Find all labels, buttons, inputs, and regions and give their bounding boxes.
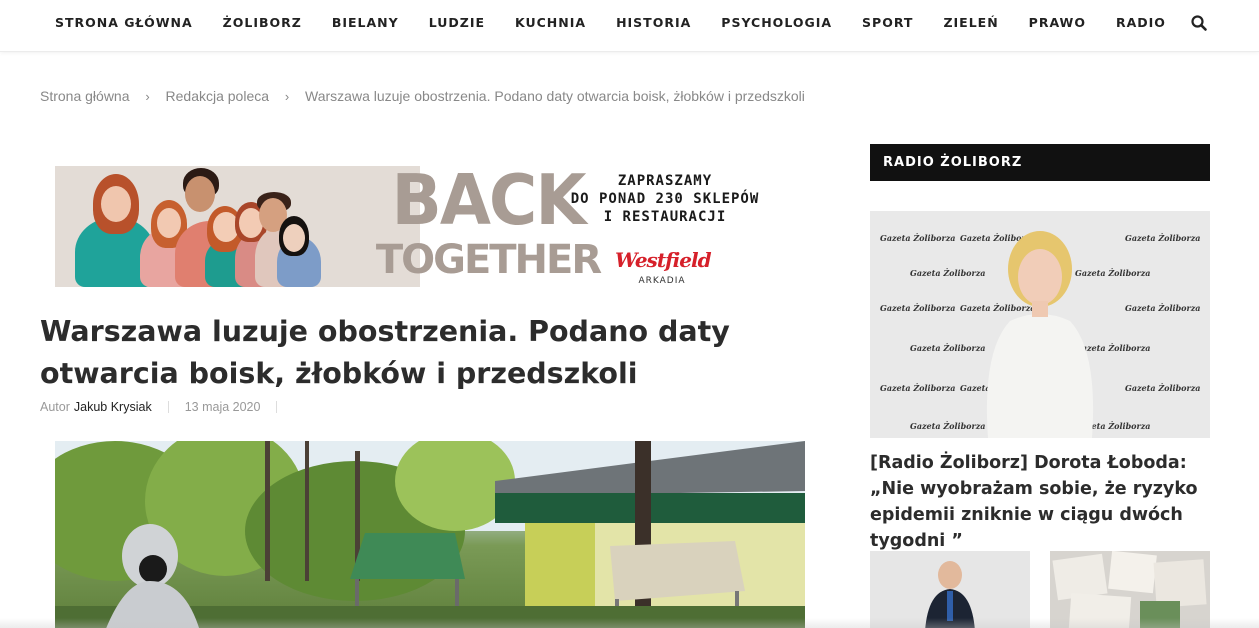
nav-item-zielen[interactable]: ZIELEŃ: [928, 0, 1013, 46]
press-wall-logo: Gazeta Żoliborza: [910, 421, 985, 431]
article-title: Warszawa luzuje obostrzenia. Podano daty…: [40, 315, 730, 390]
article-date: 13 maja 2020: [184, 400, 261, 414]
meta-divider: [276, 401, 278, 413]
press-wall-logo: Gazeta Żoliborza: [880, 233, 955, 243]
nav-item-strona-glowna[interactable]: STRONA GŁÓWNA: [40, 0, 208, 46]
press-wall-logo: Gazeta Żoliborza: [1125, 303, 1200, 313]
press-wall-logo: Gazeta Żoliborza: [1075, 268, 1150, 278]
nav-item-bielany[interactable]: BIELANY: [317, 0, 414, 46]
press-wall-logo: Gazeta Żoliborza: [1125, 233, 1200, 243]
nav-item-radio[interactable]: RADIO: [1101, 0, 1181, 46]
breadcrumb-home-link[interactable]: Strona główna: [40, 88, 130, 104]
nav-item-historia[interactable]: HISTORIA: [601, 0, 706, 46]
article-meta: Autor Jakub Krysiak 13 maja 2020: [40, 398, 293, 416]
thumbnail-illustration: [1050, 551, 1210, 628]
nav-item-ludzie[interactable]: LUDZIE: [414, 0, 500, 46]
press-wall-logo: Gazeta Żoliborza: [880, 303, 955, 313]
press-wall-logo: Gazeta Żoliborza: [1125, 383, 1200, 393]
nav-item-zoliborz[interactable]: ŻOLIBORZ: [208, 0, 317, 46]
radio-interview-illustration: Gazeta Żoliborza Gazeta Żoliborza Gazeta…: [870, 211, 1210, 438]
sidebar-thumbnail[interactable]: [1050, 551, 1210, 628]
page-bottom-edge: [0, 618, 1259, 628]
breadcrumb-section-link[interactable]: Redakcja poleca: [166, 88, 270, 104]
breadcrumb: Strona główna › Redakcja poleca › Warsza…: [40, 86, 805, 106]
sidebar-heading-radio[interactable]: RADIO ŻOLIBORZ: [870, 144, 1210, 181]
meta-divider: [167, 401, 169, 413]
thumbnail-illustration: [870, 551, 1030, 628]
search-icon: [1191, 15, 1207, 31]
banner-tagline-line-1: ZAPRASZAMY: [617, 173, 713, 189]
sidebar-thumbnail[interactable]: [870, 551, 1030, 628]
banner-ad[interactable]: BACK TOGETHER ZAPRASZAMY DO PONAD 230 SK…: [55, 166, 805, 287]
nav-item-sport[interactable]: SPORT: [847, 0, 928, 46]
main-navigation: STRONA GŁÓWNA ŻOLIBORZ BIELANY LUDZIE KU…: [0, 0, 1259, 52]
westfield-logo: Westfield: [615, 248, 712, 272]
nav-item-prawo[interactable]: PRAWO: [1014, 0, 1101, 46]
breadcrumb-current: Warszawa luzuje obostrzenia. Podano daty…: [305, 88, 805, 104]
nav-item-psychologia[interactable]: PSYCHOLOGIA: [706, 0, 847, 46]
sidebar-featured-title-link[interactable]: [Radio Żoliborz] Dorota Łoboda: „Nie wyo…: [870, 450, 1215, 554]
banner-tagline-line-3: I RESTAURACJI: [603, 209, 727, 225]
playground-illustration: [55, 441, 805, 628]
press-wall-logo: Gazeta Żoliborza: [960, 303, 1035, 313]
author-link[interactable]: Jakub Krysiak: [74, 400, 152, 414]
banner-tagline-line-2: DO PONAD 230 SKLEPÓW: [570, 191, 760, 207]
breadcrumb-separator-icon: ›: [284, 88, 290, 104]
press-wall-logo: Gazeta Żoliborza: [880, 383, 955, 393]
article-featured-image: [55, 441, 805, 628]
author-prefix: Autor: [40, 400, 70, 414]
press-wall-logo: Gazeta Żoliborza: [910, 343, 985, 353]
westfield-logo-subtitle: ARKADIA: [638, 276, 686, 286]
banner-headline-line-2: TOGETHER: [375, 237, 602, 283]
press-wall-logo: Gazeta Żoliborza: [910, 268, 985, 278]
banner-tagline: ZAPRASZAMY DO PONAD 230 SKLEPÓW I RESTAU…: [560, 172, 770, 226]
nav-menu: STRONA GŁÓWNA ŻOLIBORZ BIELANY LUDZIE KU…: [40, 0, 1181, 46]
search-button[interactable]: [1190, 14, 1208, 32]
press-wall-logo: Gazeta Żoliborza: [1075, 343, 1150, 353]
sidebar-featured-image[interactable]: Gazeta Żoliborza Gazeta Żoliborza Gazeta…: [870, 211, 1210, 438]
breadcrumb-separator-icon: ›: [145, 88, 150, 104]
nav-item-kuchnia[interactable]: KUCHNIA: [500, 0, 601, 46]
